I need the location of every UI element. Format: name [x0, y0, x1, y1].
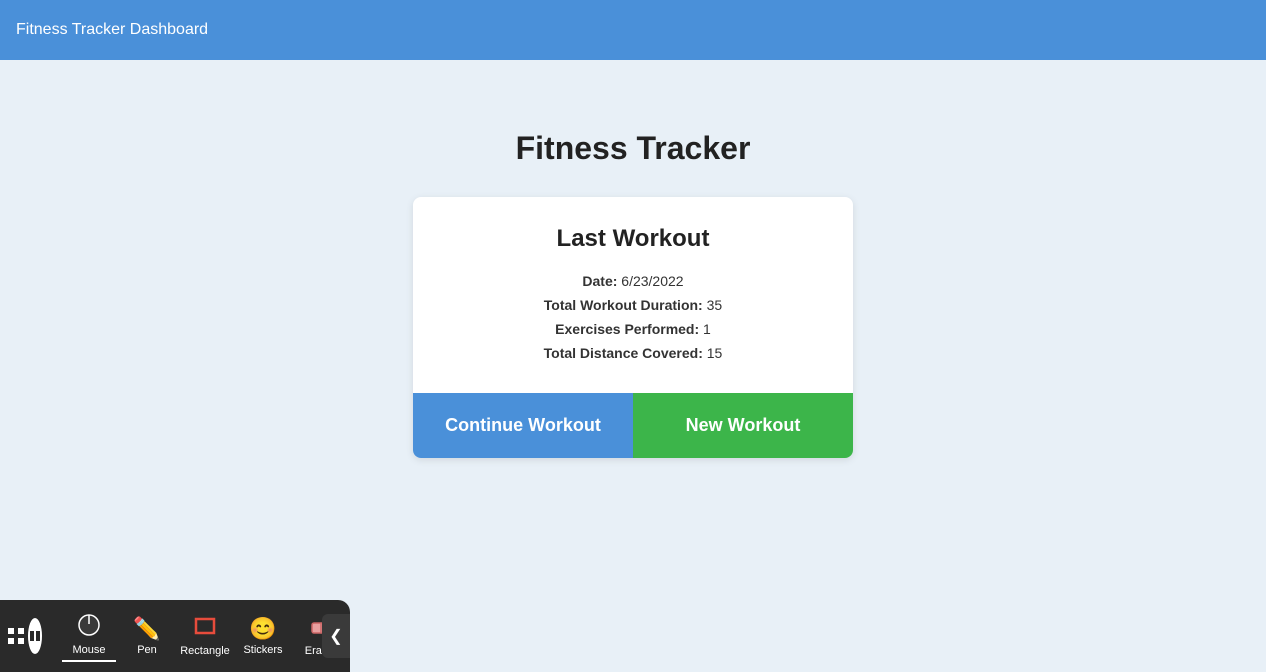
header-title: Fitness Tracker Dashboard: [16, 21, 208, 39]
card-body: Last Workout Date: 6/23/2022 Total Worko…: [413, 197, 853, 393]
rectangle-icon: [194, 615, 216, 643]
card-buttons: Continue Workout New Workout: [413, 393, 853, 458]
toolbar-pause-button[interactable]: [28, 618, 42, 654]
distance-label: Total Distance Covered:: [544, 345, 703, 361]
toolbar-mouse-tool[interactable]: Mouse: [62, 610, 116, 662]
duration-label: Total Workout Duration:: [544, 297, 703, 313]
new-workout-button[interactable]: New Workout: [633, 393, 853, 458]
mouse-label: Mouse: [72, 644, 105, 656]
main-content: Fitness Tracker Last Workout Date: 6/23/…: [0, 60, 1266, 458]
distance-val: 15: [707, 345, 723, 361]
continue-workout-button[interactable]: Continue Workout: [413, 393, 633, 458]
pen-label: Pen: [137, 644, 157, 656]
pen-icon: ✏️: [133, 616, 160, 642]
toolbar-pen-tool[interactable]: ✏️ Pen: [120, 612, 174, 660]
page-title: Fitness Tracker: [516, 130, 751, 167]
exercises-label: Exercises Performed:: [555, 321, 699, 337]
rectangle-label: Rectangle: [180, 645, 230, 657]
duration-val: 35: [707, 297, 723, 313]
toolbar-rectangle-tool[interactable]: Rectangle: [178, 611, 232, 661]
card-title: Last Workout: [445, 225, 821, 253]
stickers-icon: 😊: [249, 616, 276, 642]
toolbar-collapse-button[interactable]: ❮: [322, 614, 350, 658]
distance-row: Total Distance Covered: 15: [445, 345, 821, 361]
app-header: Fitness Tracker Dashboard: [0, 0, 1266, 60]
mouse-icon: [78, 614, 100, 642]
exercises-val: 1: [703, 321, 711, 337]
workout-card: Last Workout Date: 6/23/2022 Total Worko…: [413, 197, 853, 458]
date-value: 6/23/2022: [621, 273, 683, 289]
stickers-label: Stickers: [243, 644, 282, 656]
collapse-icon: ❮: [329, 626, 342, 646]
toolbar-grid-button[interactable]: [8, 620, 24, 652]
duration-row: Total Workout Duration: 35: [445, 297, 821, 313]
exercises-row: Exercises Performed: 1: [445, 321, 821, 337]
toolbar-stickers-tool[interactable]: 😊 Stickers: [236, 612, 290, 660]
bottom-toolbar: Mouse ✏️ Pen Rectangle 😊 Stickers Eraser…: [0, 600, 350, 672]
date-row: Date: 6/23/2022: [445, 273, 821, 289]
date-label: Date:: [582, 273, 617, 289]
